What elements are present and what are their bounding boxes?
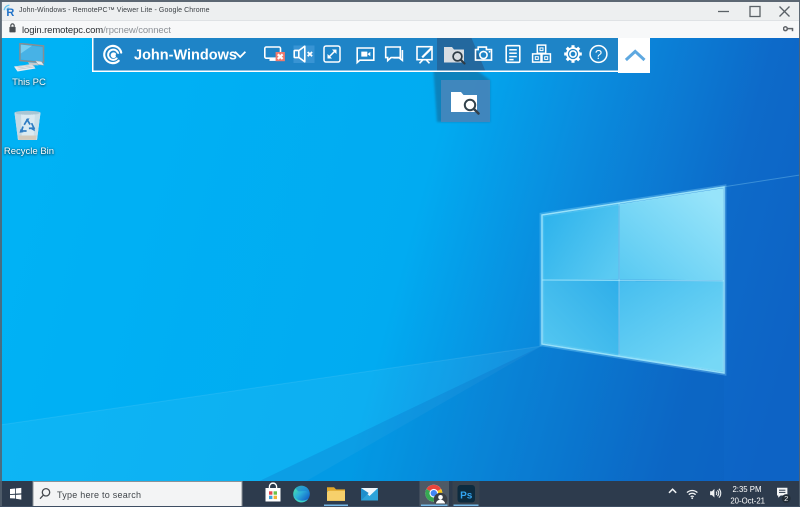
- svg-text:2: 2: [784, 494, 788, 503]
- svg-text:?: ?: [595, 47, 602, 62]
- svg-text:Ps: Ps: [460, 490, 473, 501]
- svg-text:20-Oct-21: 20-Oct-21: [730, 496, 765, 505]
- svg-text:2:35 PM: 2:35 PM: [732, 484, 761, 493]
- svg-text:Type here to search: Type here to search: [57, 489, 141, 499]
- svg-text:R: R: [6, 7, 14, 17]
- svg-text:John-Windows: John-Windows: [134, 48, 237, 64]
